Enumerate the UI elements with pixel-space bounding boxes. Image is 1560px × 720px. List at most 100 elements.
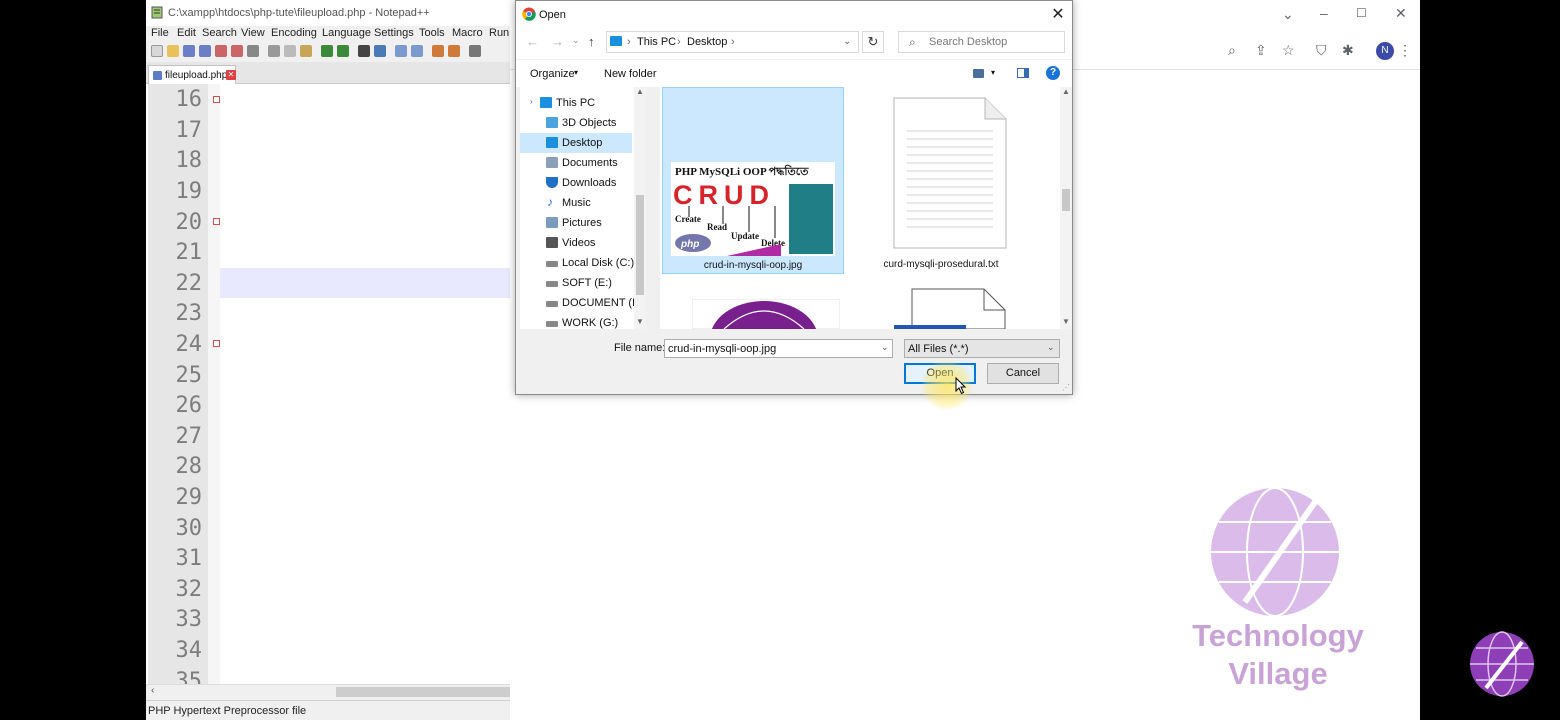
dialog-close-icon[interactable]: ✕ [1046, 5, 1070, 25]
menu-view[interactable]: View [241, 27, 265, 39]
sync-scroll-icon[interactable] [432, 45, 444, 57]
paste-icon[interactable] [300, 45, 312, 57]
refresh-button[interactable]: ↻ [862, 31, 884, 53]
menu-tools[interactable]: Tools [419, 27, 445, 39]
save-all-icon[interactable] [199, 45, 211, 57]
scroll-up-arrow-icon[interactable]: ▲ [1062, 87, 1070, 96]
extensions-puzzle-icon[interactable]: ✱ [1342, 42, 1354, 58]
word-wrap-icon[interactable] [448, 45, 460, 57]
nav-item-soft-e[interactable]: SOFT (E:) [520, 273, 632, 293]
scroll-thumb[interactable] [1062, 189, 1070, 211]
scroll-left-arrow-icon[interactable]: ‹ [151, 685, 154, 696]
menu-macro[interactable]: Macro [452, 27, 483, 39]
save-icon[interactable] [183, 45, 195, 57]
fold-marker[interactable] [213, 340, 220, 347]
forward-arrow-icon[interactable]: → [551, 34, 564, 49]
nav-item-local-disk-c[interactable]: Local Disk (C:) [520, 253, 634, 273]
filename-dropdown-chevron-icon[interactable]: ⌄ [881, 342, 889, 353]
partial-image-thumbnail[interactable] [692, 299, 840, 329]
organize-chevron-icon[interactable]: ▾ [574, 68, 578, 77]
scroll-down-arrow-icon[interactable]: ▼ [636, 317, 644, 326]
filetype-chevron-icon[interactable]: ⌄ [1047, 342, 1055, 353]
filetype-select[interactable]: All Files (*.*) ⌄ [904, 339, 1060, 358]
expand-arrow-icon[interactable]: › [530, 97, 533, 106]
scroll-thumb[interactable] [336, 687, 510, 697]
find-icon[interactable] [358, 45, 370, 57]
recent-locations-chevron-icon[interactable]: ⌄ [572, 35, 580, 46]
nav-item-this-pc[interactable]: › This PC [520, 93, 632, 113]
scroll-down-arrow-icon[interactable]: ▼ [1062, 317, 1070, 326]
minimize-icon[interactable]: – [1320, 5, 1328, 21]
partial-file-icon[interactable] [892, 287, 1006, 329]
help-icon[interactable]: ? [1046, 66, 1060, 80]
share-icon[interactable]: ⇪ [1255, 42, 1267, 58]
menu-language[interactable]: Language [322, 27, 371, 39]
file-item-crud-jpg[interactable]: PHP MySQLi OOP পদ্ধতিতে CRUD Create Read… [662, 87, 844, 274]
fold-marker[interactable] [213, 96, 220, 103]
nav-item-document-f[interactable]: DOCUMENT (F:) [520, 293, 646, 313]
file-item-txt[interactable]: curd-mysqli-prosedural.txt [850, 87, 1032, 274]
replace-icon[interactable] [374, 45, 386, 57]
back-arrow-icon[interactable]: ← [526, 34, 539, 49]
zoom-out-icon[interactable] [411, 45, 423, 57]
nav-scrollbar[interactable]: ▲ ▼ [634, 87, 646, 329]
scroll-up-arrow-icon[interactable]: ▲ [636, 87, 644, 96]
print-icon[interactable] [247, 45, 259, 57]
nav-item-videos[interactable]: Videos [520, 233, 632, 253]
menu-file[interactable]: File [151, 27, 169, 39]
cut-icon[interactable] [268, 45, 280, 57]
up-arrow-icon[interactable]: ↑ [588, 34, 595, 49]
navigation-pane[interactable]: › This PC 3D Objects Desktop Documents D… [520, 87, 646, 329]
zoom-in-icon[interactable] [395, 45, 407, 57]
indent-guide-icon[interactable] [469, 45, 481, 57]
menu-encoding[interactable]: Encoding [271, 27, 317, 39]
close-file-icon[interactable] [215, 45, 227, 57]
zoom-icon[interactable]: ⌕ [1228, 42, 1236, 58]
new-file-icon[interactable] [151, 45, 163, 57]
code-editor[interactable]: 16 17 18 19 20 21 22 23 24 25 26 27 28 2… [146, 84, 510, 684]
profile-avatar[interactable]: N [1376, 42, 1394, 60]
tab-fileupload[interactable]: fileupload.php ✕ [148, 65, 236, 84]
menu-settings[interactable]: Settings [374, 27, 414, 39]
window-close-icon[interactable]: ✕ [1395, 5, 1407, 21]
nav-item-pictures[interactable]: Pictures [520, 213, 632, 233]
search-input[interactable]: ⌕ Search Desktop [898, 31, 1065, 53]
breadcrumb[interactable]: › This PC › Desktop › ⌄ [606, 31, 859, 53]
view-options-icon[interactable] [973, 69, 984, 78]
horizontal-scrollbar[interactable]: ‹ [146, 684, 510, 698]
preview-pane-icon[interactable] [1017, 68, 1029, 78]
nav-item-music[interactable]: ♪ Music [520, 193, 632, 213]
close-tab-icon[interactable]: ✕ [226, 70, 236, 80]
menu-run[interactable]: Run [489, 27, 509, 39]
resize-grip-icon[interactable]: ⋰ [1062, 383, 1070, 392]
nav-item-downloads[interactable]: Downloads [520, 173, 632, 193]
nav-item-3d-objects[interactable]: 3D Objects [520, 113, 632, 133]
breadcrumb-desktop[interactable]: Desktop [687, 36, 727, 48]
open-folder-icon[interactable] [167, 45, 179, 57]
address-dropdown-chevron-icon[interactable]: ⌄ [843, 36, 851, 47]
nav-item-documents[interactable]: Documents [520, 153, 632, 173]
nav-item-work-g[interactable]: WORK (G:) [520, 313, 632, 329]
new-folder-button[interactable]: New folder [604, 68, 657, 80]
cancel-button[interactable]: Cancel [987, 363, 1059, 384]
menu-search[interactable]: Search [202, 27, 237, 39]
filename-input[interactable]: crud-in-mysqli-oop.jpg ⌄ [664, 339, 893, 358]
chrome-menu-icon[interactable]: ⋮ [1398, 42, 1412, 58]
file-list[interactable]: PHP MySQLi OOP পদ্ধতিতে CRUD Create Read… [660, 87, 1072, 329]
organize-button[interactable]: Organize [530, 68, 575, 80]
tab-search-chevron-icon[interactable]: ⌄ [1282, 6, 1294, 22]
nav-item-desktop[interactable]: Desktop [520, 133, 632, 153]
maximize-icon[interactable]: ☐ [1356, 5, 1367, 21]
shield-extension-icon[interactable]: ⛉ [1316, 42, 1327, 58]
scroll-thumb[interactable] [636, 195, 644, 295]
redo-icon[interactable] [337, 45, 349, 57]
fold-marker[interactable] [213, 218, 220, 225]
copy-icon[interactable] [284, 45, 296, 57]
undo-icon[interactable] [321, 45, 333, 57]
bookmark-star-icon[interactable]: ☆ [1282, 42, 1295, 58]
close-all-icon[interactable] [231, 45, 243, 57]
file-list-scrollbar[interactable]: ▲ ▼ [1060, 87, 1072, 329]
view-chevron-icon[interactable]: ▾ [991, 68, 995, 77]
breadcrumb-this-pc[interactable]: This PC [637, 36, 676, 48]
menu-edit[interactable]: Edit [177, 27, 196, 39]
